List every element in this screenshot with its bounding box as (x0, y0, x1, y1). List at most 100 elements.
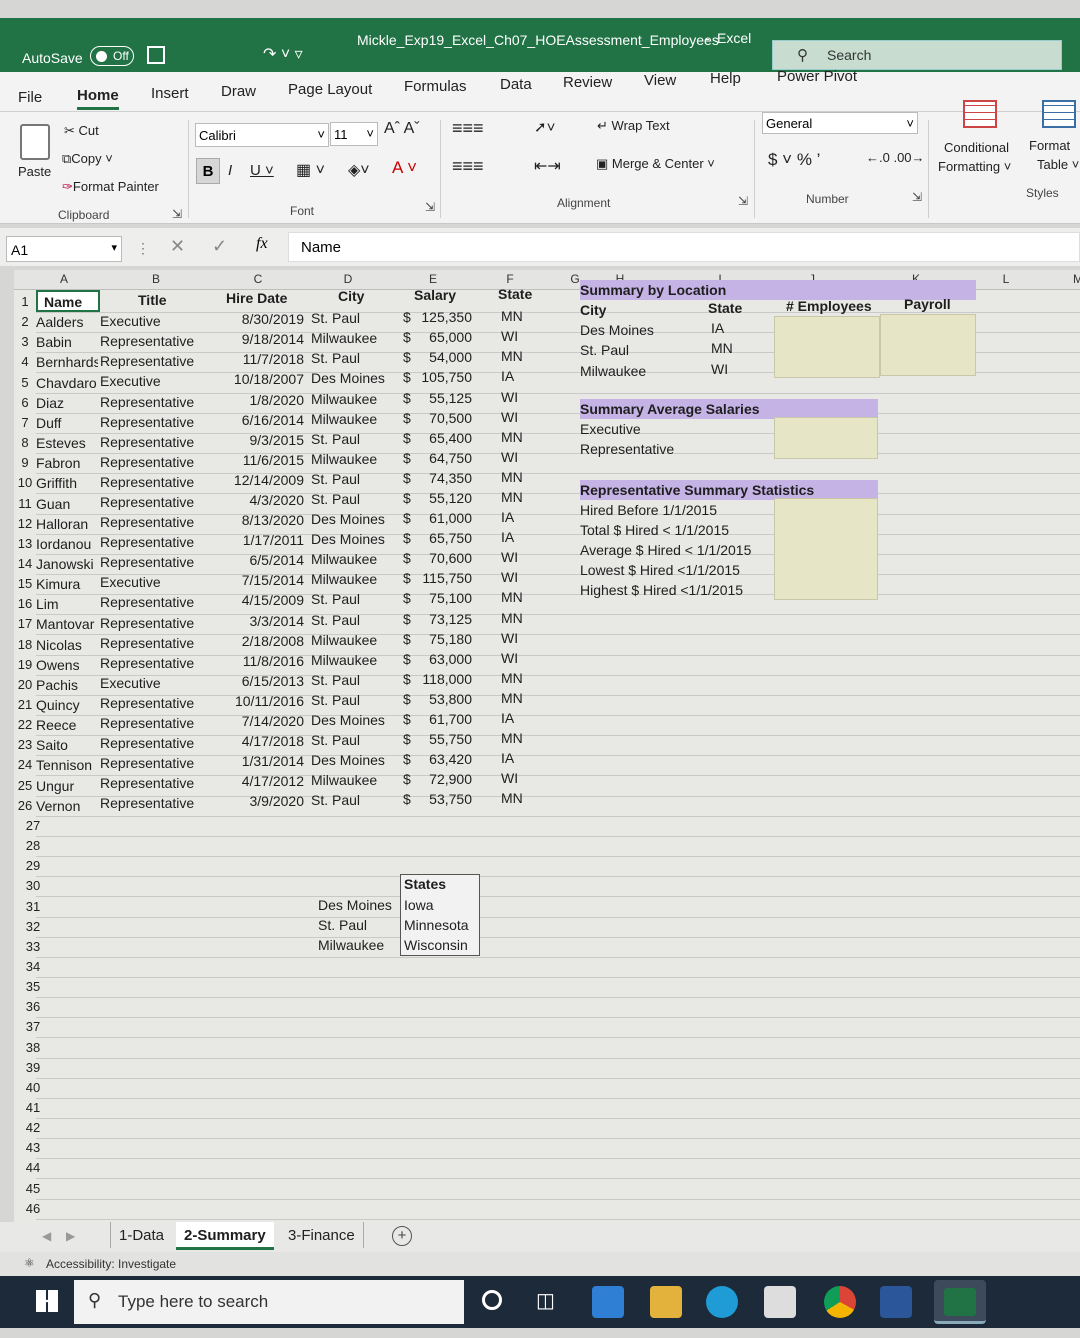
cell-salary[interactable]: 73,125 (410, 609, 472, 629)
column-header-l[interactable]: L (994, 272, 1018, 286)
row-header[interactable]: 22 (14, 717, 36, 732)
align-top-icon[interactable]: ≡≡≡ (452, 118, 484, 139)
cell-salary[interactable]: 65,400 (410, 428, 472, 448)
cell-state[interactable]: MN (501, 467, 523, 487)
cell-title[interactable]: Representative (100, 331, 194, 351)
tab-help[interactable]: Help (710, 70, 741, 87)
column-header-c[interactable]: C (246, 272, 270, 286)
row-header[interactable]: 38 (22, 1040, 44, 1055)
cell-city[interactable]: Des Moines (311, 750, 385, 770)
cell-hire-date[interactable]: 12/14/2009 (220, 470, 304, 490)
cell-state[interactable]: WI (501, 326, 518, 346)
cell-name[interactable]: Guan (36, 494, 98, 514)
cell-state[interactable]: MN (501, 587, 523, 607)
cell-title[interactable]: Representative (100, 733, 194, 753)
mail-icon[interactable] (592, 1286, 624, 1318)
cell-salary[interactable]: 53,750 (410, 789, 472, 809)
row-header[interactable]: 24 (14, 757, 36, 772)
cell-title[interactable]: Representative (100, 713, 194, 733)
cell-salary[interactable]: 125,350 (410, 307, 472, 327)
cell-salary[interactable]: 75,100 (410, 588, 472, 608)
cell-name[interactable]: Kimura (36, 574, 98, 594)
cell-hire-date[interactable]: 1/8/2020 (220, 390, 305, 410)
cell-salary[interactable]: 70,500 (410, 408, 472, 428)
merge-center-button[interactable]: ▣ Merge & Center ˅ (596, 156, 715, 172)
excel-taskbar-button[interactable] (934, 1280, 986, 1324)
row-header[interactable]: 17 (14, 616, 36, 631)
file-explorer-icon[interactable] (650, 1286, 682, 1318)
row-header[interactable]: 32 (22, 919, 44, 934)
accessibility-status[interactable]: Accessibility: Investigate (46, 1257, 176, 1271)
cell-city[interactable]: Des Moines (311, 710, 385, 730)
cell-title[interactable]: Representative (100, 773, 194, 793)
row-header[interactable]: 16 (14, 596, 36, 611)
cell-hire-date[interactable]: 11/8/2016 (220, 651, 304, 671)
cell-city[interactable]: Milwaukee (311, 549, 377, 569)
cell-name[interactable]: Bernhards (36, 352, 98, 372)
cell-salary[interactable]: 61,000 (410, 508, 472, 528)
row-header[interactable]: 30 (22, 878, 44, 893)
row-header[interactable]: 18 (14, 637, 36, 652)
cell-hire-date[interactable]: 2/18/2008 (220, 631, 304, 651)
format-painter-button[interactable]: ✑Format Painter (62, 179, 159, 195)
column-header-b[interactable]: B (144, 272, 168, 286)
cell-hire-date[interactable]: 6/16/2014 (220, 410, 304, 430)
cell-name[interactable]: Ungur (36, 776, 98, 796)
cell-name[interactable]: Janowski (36, 554, 98, 574)
search-input[interactable]: ⚲ Search (772, 40, 1062, 70)
cell-hire-date[interactable]: 9/18/2014 (220, 329, 304, 349)
cell-name[interactable]: Diaz (36, 393, 98, 413)
number-format-select[interactable]: General ˅ (762, 112, 918, 134)
cell-title[interactable]: Executive (100, 572, 161, 592)
row-header[interactable]: 33 (22, 939, 44, 954)
cell-state[interactable]: MN (501, 608, 523, 628)
orientation-icon[interactable]: ➚˅ (534, 118, 555, 136)
cell-city[interactable]: St. Paul (311, 690, 360, 710)
row-header[interactable]: 21 (14, 697, 36, 712)
cell-title[interactable]: Representative (100, 512, 194, 532)
cell-city[interactable]: Milwaukee (311, 328, 377, 348)
cell-hire-date[interactable]: 10/18/2007 (220, 369, 304, 389)
cell-title[interactable]: Representative (100, 472, 194, 492)
copy-button[interactable]: ⧉Copy ˅ (62, 151, 113, 167)
cell-name[interactable]: Griffith (36, 473, 98, 493)
row-header[interactable]: 14 (14, 556, 36, 571)
format-as-table-icon[interactable] (1042, 100, 1076, 128)
cell-title[interactable]: Representative (100, 633, 194, 653)
cell-city[interactable]: St. Paul (311, 670, 360, 690)
format-as-label[interactable]: Format (1029, 138, 1070, 153)
cell-salary[interactable]: 55,125 (410, 388, 472, 408)
row-header[interactable]: 34 (22, 959, 44, 974)
cell-hire-date[interactable]: 4/15/2009 (220, 590, 304, 610)
insert-function-icon[interactable]: fx (256, 235, 268, 253)
cell-city[interactable]: Des Moines (311, 368, 385, 388)
cell-city[interactable]: Des Moines (311, 529, 385, 549)
cell-city[interactable]: Des Moines (311, 509, 385, 529)
row-header[interactable]: 10 (14, 475, 36, 490)
cell-name[interactable]: Nicolas (36, 635, 98, 655)
clipboard-launcher-icon[interactable]: ⇲ (172, 207, 182, 221)
cell-salary[interactable]: 61,700 (410, 709, 472, 729)
row-header[interactable]: 11 (14, 496, 36, 511)
cell-title[interactable]: Representative (100, 653, 194, 673)
windows-start-icon[interactable] (36, 1290, 58, 1312)
cell-city[interactable]: St. Paul (311, 610, 360, 630)
row-header[interactable]: 40 (22, 1080, 44, 1095)
cell-name[interactable]: Aalders (36, 312, 98, 332)
cell-title[interactable]: Executive (100, 371, 161, 391)
row-header[interactable]: 20 (14, 677, 36, 692)
cell-hire-date[interactable]: 4/17/2018 (220, 731, 304, 751)
formatting-label[interactable]: Formatting ˅ (938, 159, 1011, 174)
cell-salary[interactable]: 65,000 (410, 327, 472, 347)
cell-hire-date[interactable]: 3/9/2020 (220, 791, 305, 811)
row-header[interactable]: 45 (22, 1181, 44, 1196)
tab-formulas[interactable]: Formulas (404, 78, 467, 95)
currency-icon[interactable]: $ ˅ % ’ (768, 150, 820, 170)
row-header[interactable]: 29 (22, 858, 44, 873)
cell-state[interactable]: WI (501, 387, 518, 407)
worksheet-grid[interactable]: ABCDEFGHIJKLM 1 2 3 4 5 6 7 8 9 10 11 12 13 14 15 16 17 1… (14, 270, 1080, 1222)
cell-city[interactable]: St. Paul (311, 730, 360, 750)
word-icon[interactable] (880, 1286, 912, 1318)
row-header[interactable]: 36 (22, 999, 44, 1014)
font-size-select[interactable]: 11 ˅ (330, 122, 378, 146)
